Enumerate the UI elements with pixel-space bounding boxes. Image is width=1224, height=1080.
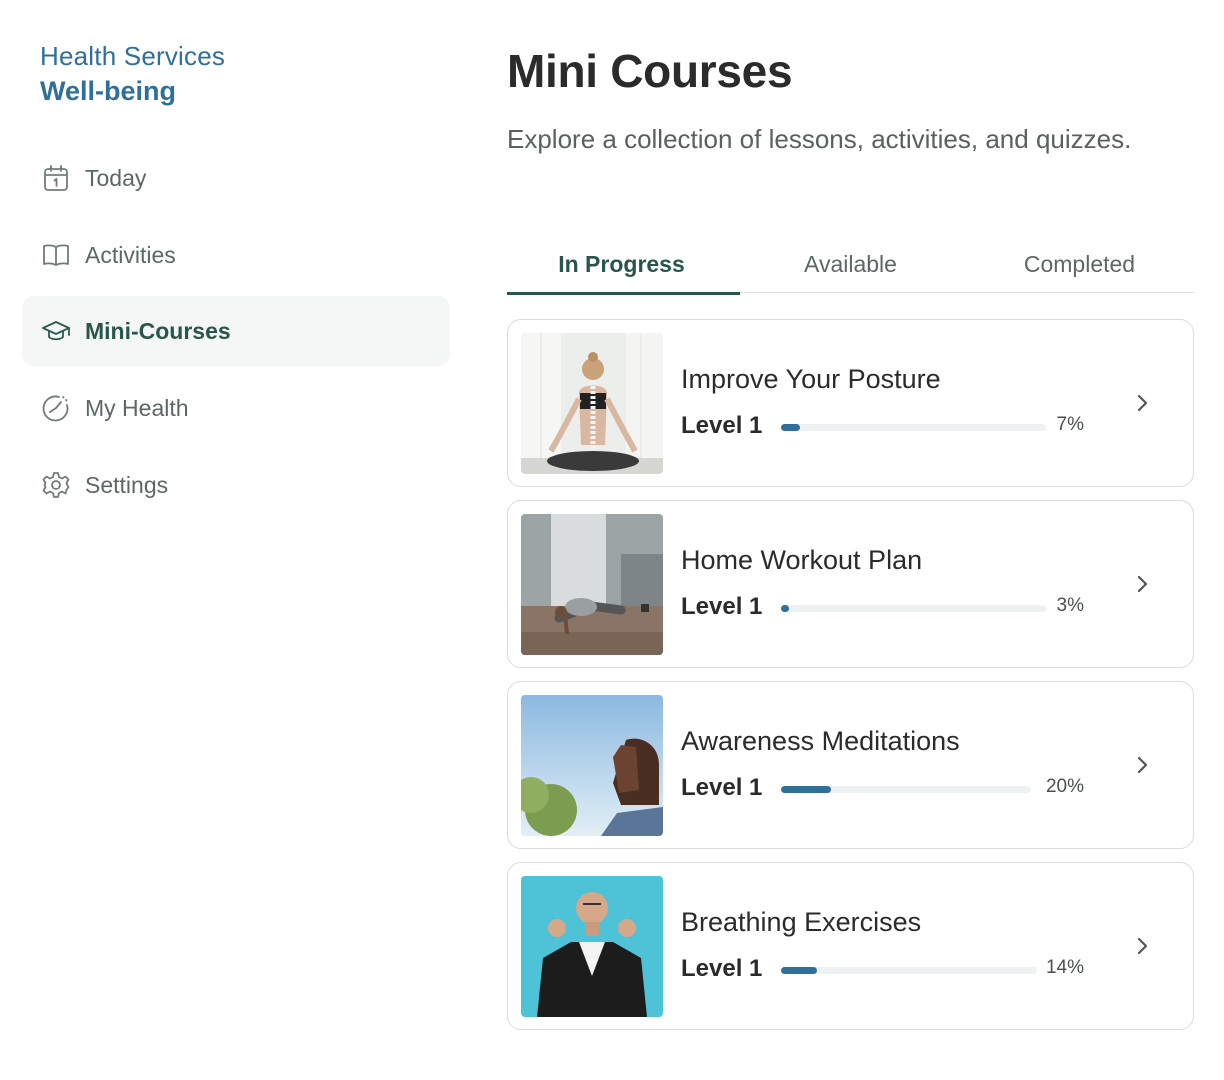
sidebar-item-label: My Health: [85, 394, 189, 421]
progress-fill: [781, 605, 789, 612]
progress-fill: [781, 786, 831, 793]
tab-available[interactable]: Available: [736, 236, 965, 293]
progress-percent: 20%: [1045, 776, 1084, 797]
course-card[interactable]: Improve Your Posture Level 1 7%: [507, 319, 1194, 487]
progress-fill: [781, 424, 800, 431]
graduation-cap-icon: [40, 315, 72, 347]
sidebar-item-label: Mini-Courses: [85, 317, 231, 344]
course-level: Level 1: [681, 774, 763, 801]
workout-photo: [521, 514, 663, 655]
chevron-right-icon[interactable]: [1131, 935, 1153, 957]
posture-photo: [521, 333, 663, 474]
gauge-icon: [40, 392, 72, 424]
progress-fill: [781, 967, 817, 974]
sidebar-item-activities[interactable]: Activities: [22, 220, 450, 290]
course-title: Improve Your Posture: [681, 364, 941, 394]
course-level: Level 1: [681, 955, 763, 982]
progress-percent: 14%: [1045, 957, 1084, 978]
calendar-icon: [40, 162, 72, 194]
tab-in-progress[interactable]: In Progress: [507, 236, 740, 295]
tab-bar: In Progress Available Completed: [507, 236, 1194, 295]
course-card[interactable]: Breathing Exercises Level 1 14%: [507, 862, 1194, 1030]
progress-percent: 7%: [1056, 414, 1084, 435]
progress-track: [781, 967, 1037, 974]
progress-track: [781, 424, 1046, 431]
course-card[interactable]: Home Workout Plan Level 1 3%: [507, 500, 1194, 668]
chevron-right-icon[interactable]: [1131, 392, 1153, 414]
course-level: Level 1: [681, 593, 763, 620]
brand-line-2: Well-being: [40, 76, 177, 106]
sidebar-item-settings[interactable]: Settings: [22, 450, 450, 520]
sidebar-item-label: Activities: [85, 241, 176, 268]
course-card[interactable]: Awareness Meditations Level 1 20%: [507, 681, 1194, 849]
course-title: Home Workout Plan: [681, 545, 923, 575]
chevron-right-icon[interactable]: [1131, 573, 1153, 595]
sidebar: Health Services Well-being Today Activit…: [0, 0, 470, 1080]
breathing-photo: [521, 876, 663, 1017]
brand[interactable]: Health Services Well-being: [40, 40, 225, 110]
course-title: Breathing Exercises: [681, 907, 922, 937]
page-subtitle: Explore a collection of lessons, activit…: [507, 124, 1132, 154]
chevron-right-icon[interactable]: [1131, 754, 1153, 776]
progress-track: [781, 605, 1046, 612]
sidebar-item-today[interactable]: Today: [22, 143, 450, 213]
sidebar-item-mini-courses[interactable]: Mini-Courses: [22, 296, 450, 366]
sidebar-item-label: Today: [85, 164, 147, 191]
progress-percent: 3%: [1056, 595, 1084, 616]
sidebar-item-label: Settings: [85, 471, 169, 498]
book-icon: [40, 239, 72, 271]
meditation-photo: [521, 695, 663, 836]
gear-icon: [40, 469, 72, 501]
brand-line-1: Health Services: [40, 41, 226, 71]
sidebar-item-my-health[interactable]: My Health: [22, 373, 450, 443]
course-title: Awareness Meditations: [681, 726, 960, 756]
course-level: Level 1: [681, 412, 763, 439]
page-title: Mini Courses: [507, 45, 793, 97]
tab-completed[interactable]: Completed: [965, 236, 1194, 293]
progress-track: [781, 786, 1031, 793]
